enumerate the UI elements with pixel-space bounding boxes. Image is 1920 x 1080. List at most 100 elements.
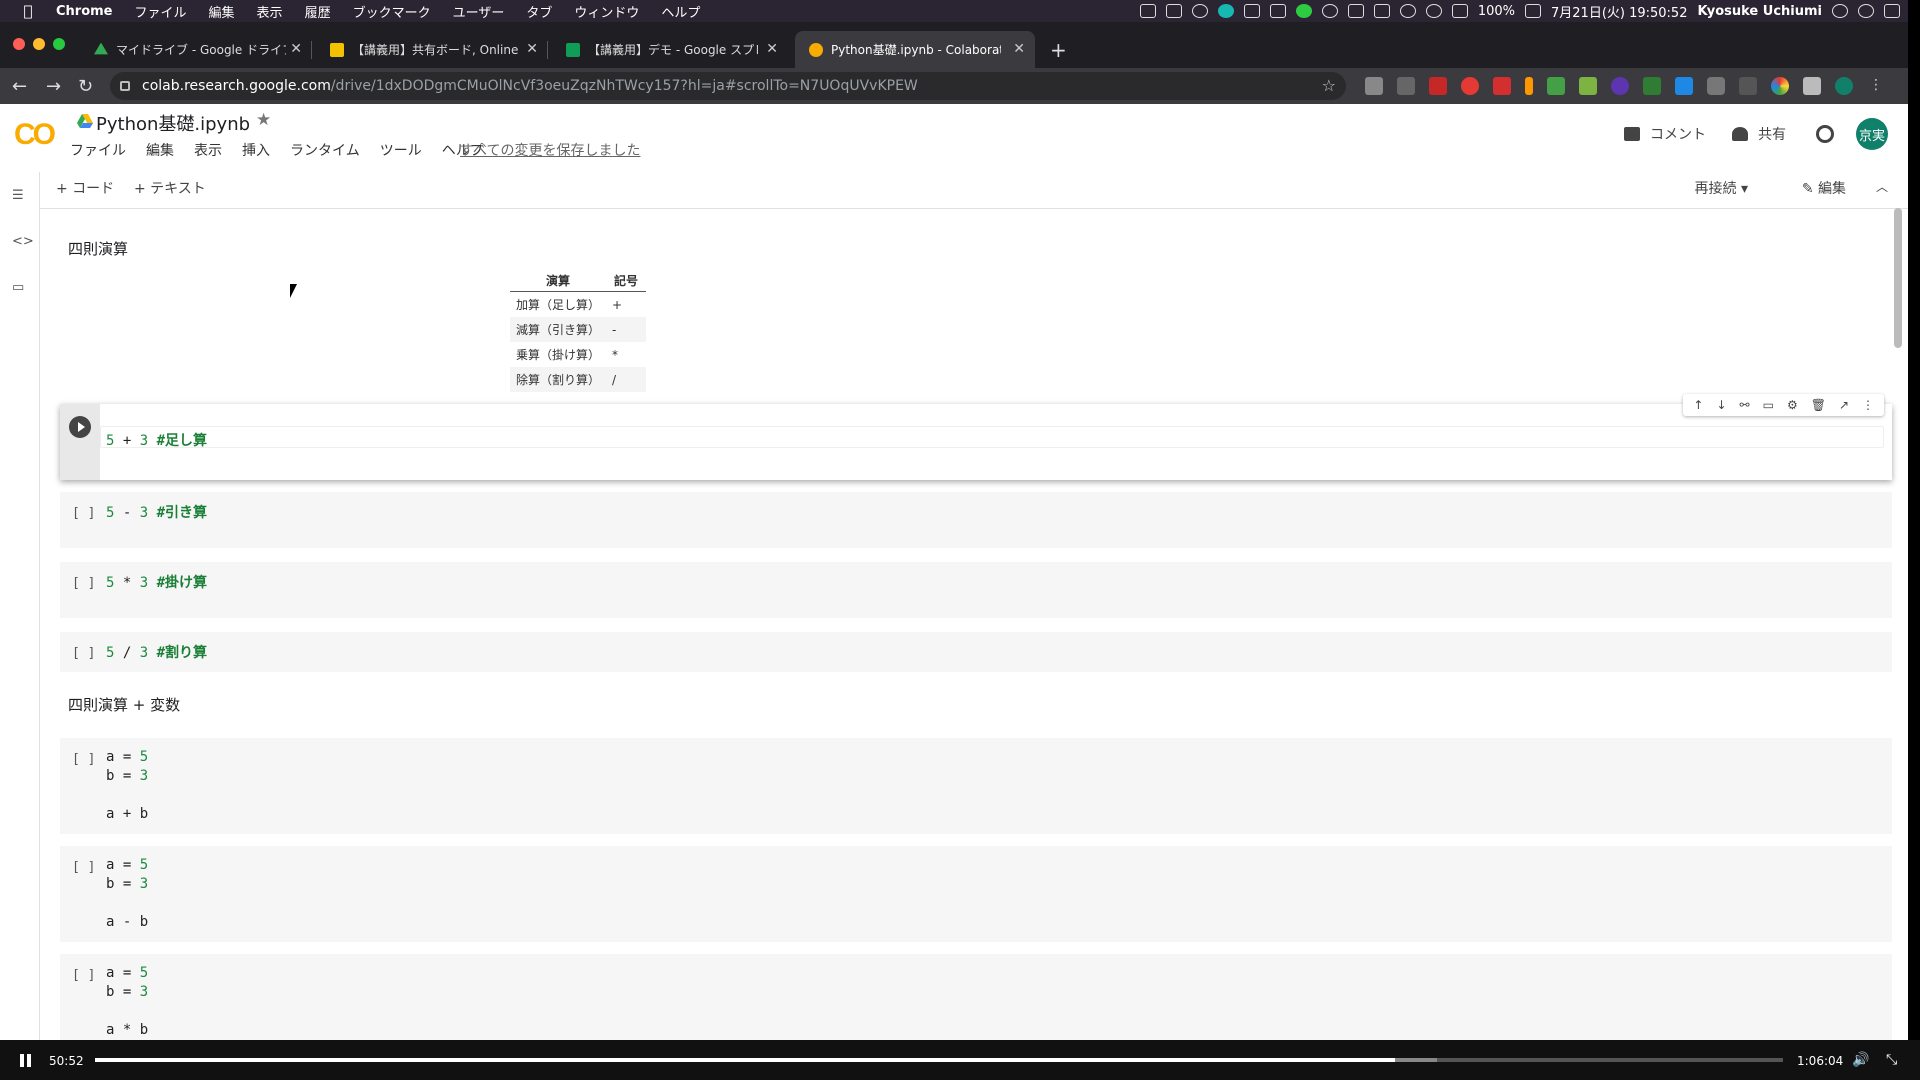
marker-extension-icon[interactable] xyxy=(1525,77,1533,95)
line-icon[interactable] xyxy=(1295,4,1312,18)
menu-bookmarks[interactable]: ブックマーク xyxy=(353,2,431,21)
comment-cell-icon[interactable]: ▭ xyxy=(1763,398,1774,412)
run-cell-button[interactable]: [ ] xyxy=(72,968,95,983)
move-down-icon[interactable]: ↓ xyxy=(1716,398,1726,412)
airplay-icon[interactable] xyxy=(1347,4,1364,18)
zoom-window-icon[interactable] xyxy=(53,38,65,50)
blue-extension-icon[interactable] xyxy=(1675,77,1693,95)
add-text-button[interactable]: + テキスト xyxy=(134,178,206,198)
close-window-icon[interactable] xyxy=(13,38,25,50)
reconnect-button[interactable]: 再接続 ▾ xyxy=(1695,178,1748,198)
code-cell[interactable]: [ ] 5 - 3 #引き算 xyxy=(60,492,1892,548)
close-tab-icon[interactable]: ✕ xyxy=(290,41,302,57)
wifi-icon[interactable] xyxy=(1425,4,1442,18)
code-line[interactable]: 5 - 3 #引き算 xyxy=(106,504,207,523)
code-block[interactable]: a = 5 b = 3 a + b xyxy=(106,748,148,824)
code-snippets-icon[interactable]: <> xyxy=(12,234,34,249)
lock-icon[interactable] xyxy=(120,81,130,91)
menu-tools[interactable]: ツール xyxy=(380,140,422,160)
battery-icon[interactable] xyxy=(1525,4,1541,18)
code-cell[interactable]: 5 + 3 #足し算 ↑ ↓ ⚯ ▭ ⚙ 🗑 ↗ ⋮ xyxy=(60,394,1892,480)
cloud-icon[interactable] xyxy=(1139,4,1156,18)
mirror-cell-icon[interactable]: ↗ xyxy=(1839,398,1849,412)
green-extension-icon[interactable] xyxy=(1547,77,1565,95)
avatar[interactable]: 京実 xyxy=(1856,118,1888,150)
share-button[interactable]: 共有 xyxy=(1732,124,1786,144)
code-cell[interactable]: [ ] a = 5 b = 3 a - b xyxy=(60,846,1892,942)
menu-window[interactable]: ウィンドウ xyxy=(574,2,639,21)
menu-file[interactable]: ファイル xyxy=(135,2,187,21)
code-cell[interactable]: [ ] a = 5 b = 3 a * b xyxy=(60,954,1892,1040)
control-center-icon[interactable] xyxy=(1884,4,1900,18)
camera-extension-icon[interactable] xyxy=(1365,77,1383,95)
notebook-title[interactable]: Python基礎.ipynb xyxy=(96,110,250,136)
code-cell[interactable]: [ ] a = 5 b = 3 a + b xyxy=(60,738,1892,834)
tab-colab[interactable]: Python基礎.ipynb - Colaborato ✕ xyxy=(795,31,1035,68)
code-editor[interactable] xyxy=(100,426,1884,448)
siri-icon[interactable] xyxy=(1858,4,1874,18)
edit-button[interactable]: ✎ 編集 xyxy=(1802,178,1846,198)
purple-extension-icon[interactable] xyxy=(1611,77,1629,95)
chrome-menu-icon[interactable]: ⋮ xyxy=(1867,77,1885,95)
user-name[interactable]: Kyosuke Uchiumi xyxy=(1697,4,1822,19)
mail-extension-icon[interactable] xyxy=(1493,77,1511,95)
menu-view[interactable]: 表示 xyxy=(257,2,283,21)
skype-icon[interactable] xyxy=(1217,4,1234,18)
record-extension-icon[interactable] xyxy=(1461,77,1479,95)
close-tab-icon[interactable]: ✕ xyxy=(1013,41,1025,57)
bluetooth-icon[interactable] xyxy=(1399,4,1416,18)
settings-gear-icon[interactable] xyxy=(1816,125,1834,143)
add-code-button[interactable]: + コード xyxy=(56,178,114,198)
close-tab-icon[interactable]: ✕ xyxy=(526,41,538,57)
back-arrow-icon[interactable]: ← xyxy=(12,76,27,97)
menu-file[interactable]: ファイル xyxy=(70,140,126,160)
clock[interactable]: 7月21日(火) 19:50:52 xyxy=(1551,2,1687,21)
compass-icon[interactable] xyxy=(1191,4,1208,18)
scrollbar[interactable] xyxy=(1894,208,1902,348)
comment-button[interactable]: コメント xyxy=(1624,124,1706,144)
table-of-contents-icon[interactable]: ☰ xyxy=(12,188,24,203)
exit-fullscreen-icon[interactable]: ⤡ xyxy=(1886,1052,1897,1068)
menu-insert[interactable]: 挿入 xyxy=(242,140,270,160)
menu-tab[interactable]: タブ xyxy=(526,2,552,21)
reload-icon[interactable]: ↻ xyxy=(78,76,93,97)
menu-view[interactable]: 表示 xyxy=(194,140,222,160)
volume-icon[interactable]: 🔊 xyxy=(1852,1052,1869,1068)
run-cell-button[interactable]: [ ] xyxy=(72,646,95,661)
chat-icon[interactable] xyxy=(1321,4,1338,18)
link-icon[interactable]: ⚯ xyxy=(1740,398,1750,412)
tab-sheets[interactable]: 【講義用】デモ - Google スプレ ✕ xyxy=(552,31,788,68)
collapse-chevron-icon[interactable]: ︿ xyxy=(1876,178,1888,195)
cloud-drive-icon[interactable] xyxy=(1243,4,1260,18)
code-line[interactable]: 5 * 3 #掛け算 xyxy=(106,574,207,593)
run-cell-button[interactable]: [ ] xyxy=(72,860,95,875)
close-tab-icon[interactable]: ✕ xyxy=(766,41,778,57)
colab-logo[interactable]: CO xyxy=(14,118,56,152)
more-options-icon[interactable]: ⋮ xyxy=(1862,398,1874,412)
menu-help[interactable]: ヘルプ xyxy=(661,2,700,21)
input-method-icon[interactable] xyxy=(1373,4,1390,18)
pause-icon[interactable] xyxy=(20,1054,32,1067)
new-tab-button[interactable]: + xyxy=(1050,38,1067,62)
run-cell-button[interactable]: [ ] xyxy=(72,576,95,591)
menu-edit[interactable]: 編集 xyxy=(146,140,174,160)
volume-icon[interactable] xyxy=(1451,4,1468,18)
menu-app[interactable]: Chrome xyxy=(56,4,113,19)
address-bar[interactable]: colab.research.google.com/drive/1dxDODgm… xyxy=(110,72,1346,100)
spotlight-icon[interactable] xyxy=(1832,4,1848,18)
bookmark-star-icon[interactable]: ☆ xyxy=(1322,76,1336,95)
move-up-icon[interactable]: ↑ xyxy=(1693,398,1703,412)
grid-icon[interactable] xyxy=(1269,4,1286,18)
pocket-extension-icon[interactable] xyxy=(1707,77,1725,95)
code-cell[interactable]: [ ] 5 / 3 #割り算 xyxy=(60,632,1892,672)
star-icon[interactable]: ★ xyxy=(256,110,271,130)
cell-settings-icon[interactable]: ⚙ xyxy=(1787,398,1798,412)
menu-runtime[interactable]: ランタイム xyxy=(290,140,360,160)
code-line[interactable]: 5 / 3 #割り算 xyxy=(106,644,207,663)
doc-extension-icon[interactable] xyxy=(1739,77,1757,95)
forward-arrow-icon[interactable]: → xyxy=(46,76,61,97)
run-cell-button[interactable] xyxy=(69,416,91,438)
run-cell-button[interactable]: [ ] xyxy=(72,752,95,767)
minimize-window-icon[interactable] xyxy=(33,38,45,50)
save-status[interactable]: すべての変更を保存しました xyxy=(460,140,640,160)
